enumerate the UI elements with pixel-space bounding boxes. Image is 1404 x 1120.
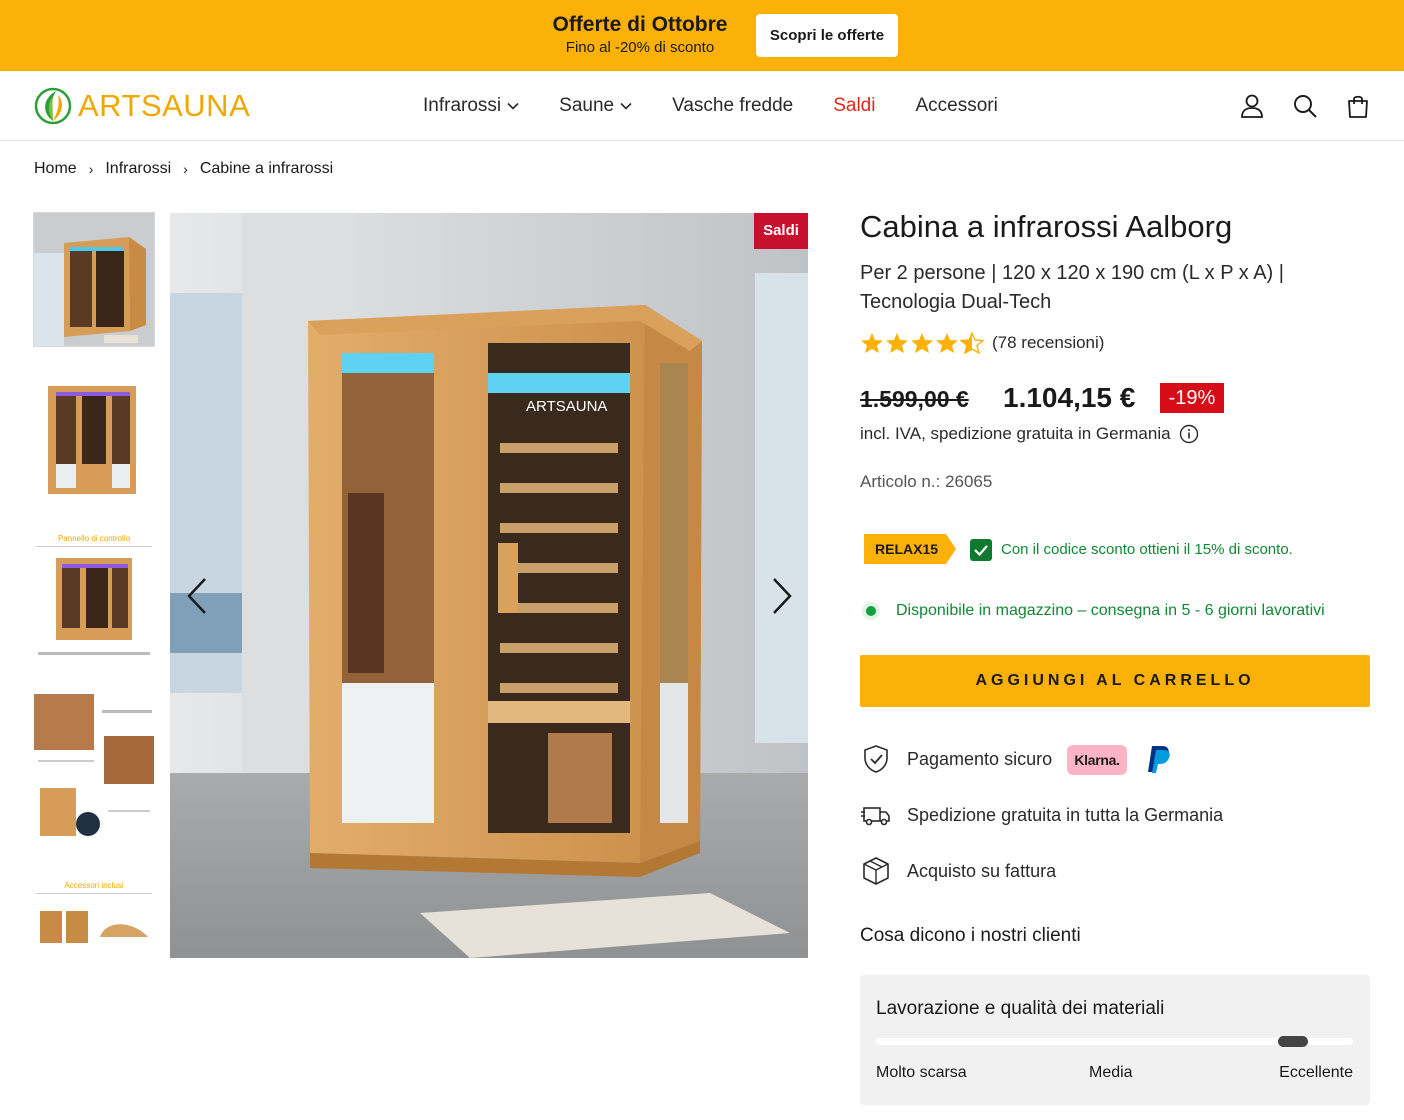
paypal-logo-icon [1148, 746, 1170, 773]
price-original: 1.599,00 € [860, 386, 969, 412]
stock-status: Disponibile in magazzino – consegna in 5… [896, 602, 1325, 619]
breadcrumb-separator-icon: › [183, 161, 188, 177]
vat-text: incl. IVA, spedizione gratuita in German… [860, 424, 1171, 443]
nav-item-vasche-fredde[interactable]: Vasche fredde [672, 93, 793, 119]
site-header: ARTSAUNA Infrarossi Saune Vasche fredde … [0, 71, 1404, 141]
cart-icon[interactable] [1345, 93, 1371, 119]
thumbnail-caption: Pannello di controllo [57, 534, 131, 543]
star-icon [886, 333, 908, 353]
thumbnail-caption: Accessori inclusi [64, 881, 124, 890]
promo-code[interactable]: RELAX15 [875, 534, 938, 564]
price-current: 1.104,15 € [1003, 382, 1136, 413]
product-photo: ARTSAUNA [170, 213, 808, 958]
chevron-down-icon [507, 102, 519, 110]
search-icon[interactable] [1292, 93, 1318, 119]
gallery-thumbnail[interactable] [34, 690, 154, 850]
shield-check-icon [864, 745, 888, 773]
star-rating [860, 332, 984, 354]
promo-offers-button[interactable]: Scopri le offerte [756, 14, 898, 57]
thumbnail-image [34, 694, 154, 836]
nav-item-accessori[interactable]: Accessori [915, 93, 997, 119]
in-stock-dot-icon [862, 602, 880, 620]
klarna-logo: Klarna. [1067, 745, 1127, 775]
feature-text: Acquisto su fattura [907, 860, 1057, 881]
product-subtitle: Per 2 persone | 120 x 120 x 190 cm (L x … [860, 262, 1284, 313]
feature-secure-payment: Pagamento sicuro [860, 743, 1052, 775]
chevron-down-icon [620, 102, 632, 110]
logo-leaf-icon [34, 87, 72, 125]
review-card-title: Lavorazione e qualità dei materiali [876, 998, 1165, 1019]
product-title: Cabina a infrarossi Aalborg [860, 209, 1233, 244]
promo-banner: Offerte di Ottobre Fino al -20% di scont… [0, 0, 1404, 71]
star-icon [936, 333, 958, 353]
sale-badge: Saldi [754, 213, 808, 249]
quality-rating-indicator [1278, 1036, 1309, 1047]
nav-label: Saune [559, 95, 615, 116]
feature-free-shipping: Spedizione gratuita in tutta la Germania [860, 799, 1223, 831]
rating-label-mid: Media [1089, 1064, 1133, 1081]
breadcrumb: Home › Infrarossi › Cabine a infrarossi [34, 160, 333, 178]
star-half-icon [960, 332, 984, 354]
nav-label: Accessori [915, 95, 998, 116]
customer-reviews-title: Cosa dicono i nostri clienti [860, 925, 1081, 946]
nav-label: Saldi [833, 95, 876, 116]
feature-invoice: Acquisto su fattura [860, 855, 1056, 887]
delivery-truck-icon [861, 807, 890, 826]
sku: Articolo n.: 26065 [860, 472, 993, 491]
main-product-image[interactable]: ARTSAUNA [170, 213, 808, 958]
gallery-thumbnail[interactable]: Pannello di controllo [34, 530, 154, 663]
discount-badge: -19% [1160, 383, 1224, 413]
rating-label-high: Eccellente [1279, 1064, 1353, 1081]
nav-item-saune[interactable]: Saune [559, 93, 632, 119]
nav-item-infrarossi[interactable]: Infrarossi [423, 93, 519, 119]
breadcrumb-home[interactable]: Home [34, 160, 77, 178]
image-brand-text: ARTSAUNA [526, 398, 607, 415]
star-icon [861, 333, 883, 353]
promo-code-message: Con il codice sconto ottieni il 15% di s… [1001, 541, 1293, 558]
checkbox-checked-icon [970, 539, 992, 561]
breadcrumb-current: Cabine a infrarossi [199, 160, 334, 177]
breadcrumb-infrarossi[interactable]: Infrarossi [105, 160, 171, 178]
info-icon[interactable] [1179, 424, 1199, 444]
feature-text: Pagamento sicuro [907, 748, 1053, 769]
quality-rating-track [876, 1036, 1353, 1047]
add-to-cart-button[interactable]: AGGIUNGI AL CARRELLO [860, 655, 1370, 707]
nav-item-saldi[interactable]: Saldi [833, 93, 875, 119]
promo-title: Offerte di Ottobre [552, 13, 728, 36]
thumbnail-image [34, 213, 154, 346]
star-icon [911, 333, 933, 353]
thumbnail-image [34, 370, 154, 503]
thumbnail-image [36, 546, 152, 655]
promo-text: Offerte di Ottobre Fino al -20% di scont… [540, 12, 740, 58]
review-card: Lavorazione e qualità dei materiali Molt… [860, 975, 1370, 1105]
reviews-count: (78 recensioni) [992, 333, 1105, 352]
breadcrumb-separator-icon: › [88, 161, 94, 177]
nav-label: Vasche fredde [672, 95, 794, 116]
chevron-right-icon[interactable] [758, 573, 804, 619]
gallery-thumbnail[interactable]: Accessori inclusi [34, 875, 154, 955]
gallery-thumbnail[interactable] [34, 370, 154, 503]
package-box-icon [863, 857, 889, 885]
account-icon[interactable] [1239, 93, 1265, 119]
promo-subtitle: Fino al -20% di sconto [565, 39, 715, 56]
rating-label-low: Molto scarsa [876, 1064, 967, 1081]
gallery-thumbnail[interactable] [33, 212, 155, 347]
main-nav: Infrarossi Saune Vasche fredde Saldi Acc… [423, 93, 1038, 119]
feature-text: Spedizione gratuita in tutta la Germania [907, 804, 1224, 825]
vat-note: incl. IVA, spedizione gratuita in German… [860, 424, 1199, 444]
product-rating[interactable]: (78 recensioni) [860, 332, 1104, 354]
chevron-left-icon[interactable] [175, 573, 221, 619]
logo-text: ARTSAUNA [78, 88, 251, 123]
logo[interactable]: ARTSAUNA [34, 87, 250, 125]
nav-label: Infrarossi [423, 95, 502, 116]
